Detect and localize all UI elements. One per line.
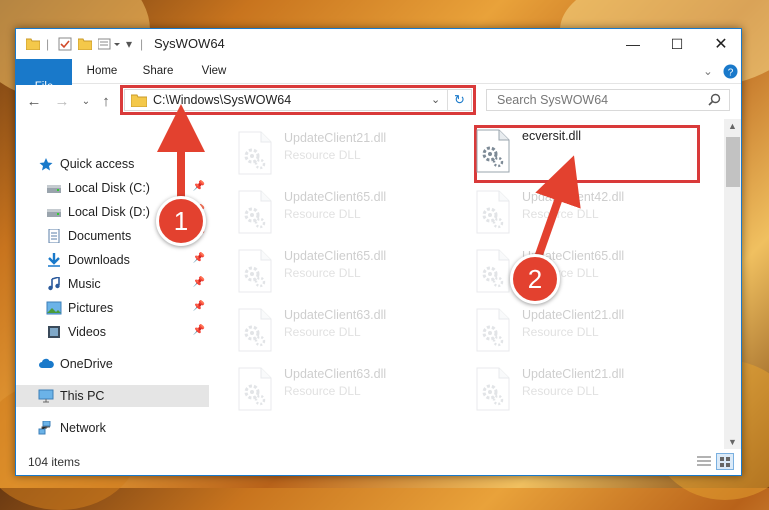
annotation-arrows	[157, 104, 581, 268]
step-badge-1: 1	[156, 196, 206, 246]
arrow-2	[531, 155, 581, 268]
step-badge-2: 2	[510, 254, 560, 304]
